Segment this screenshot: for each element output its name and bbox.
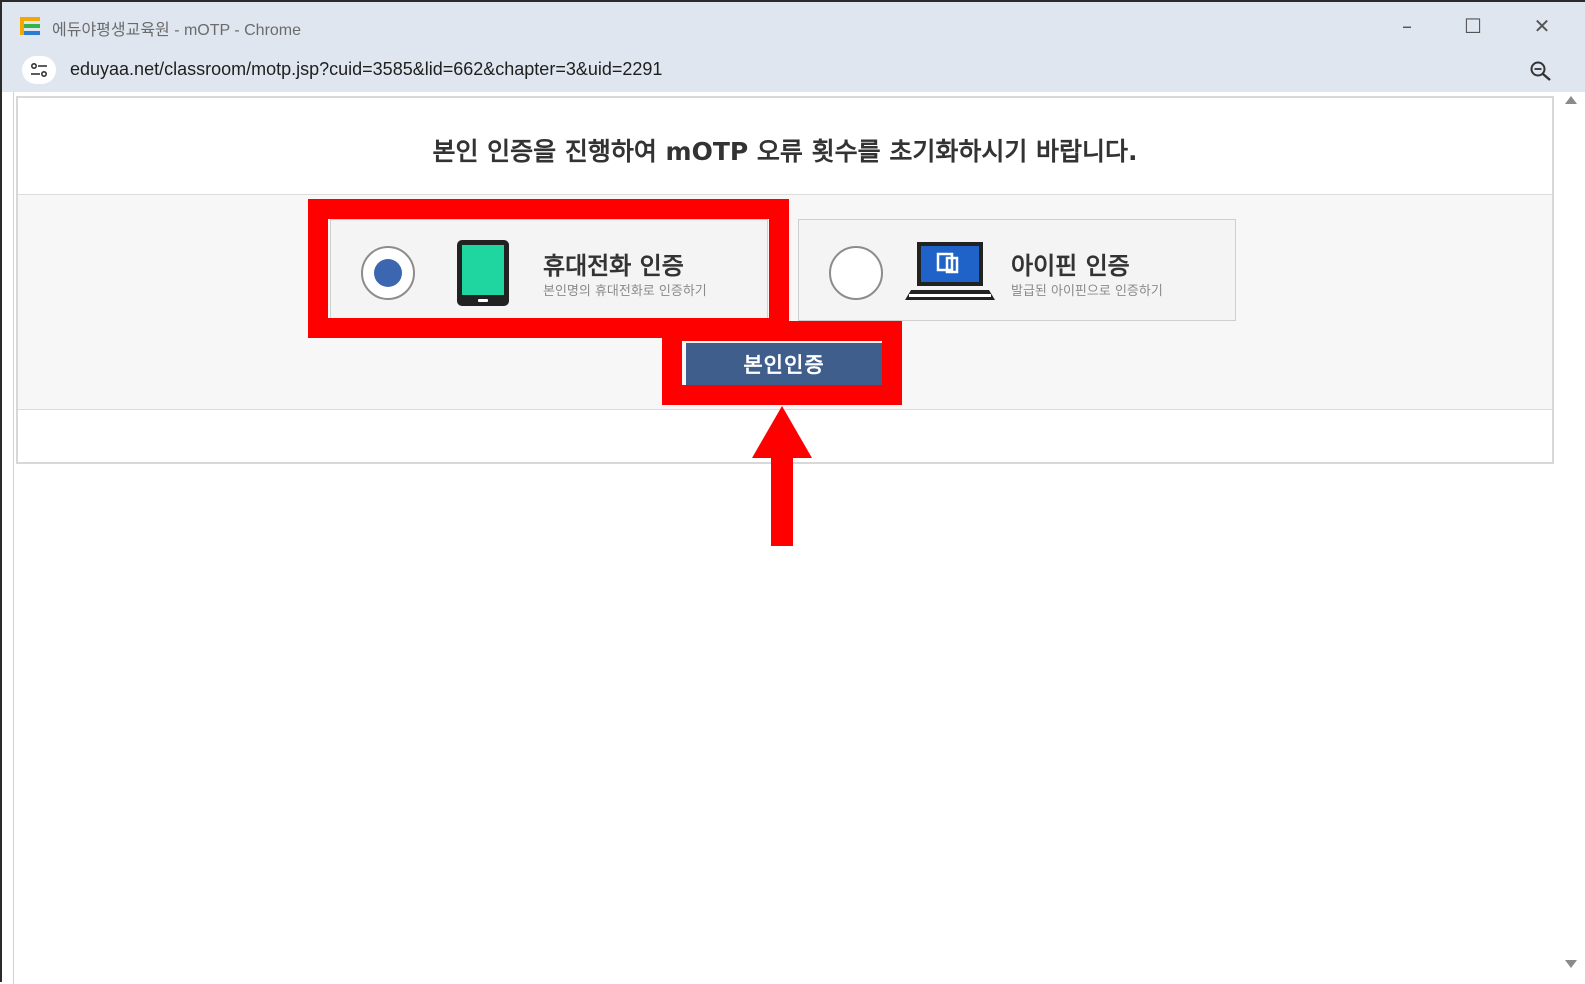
highlight-verify-button [662,321,902,405]
ipin-auth-title: 아이핀 인증 [1011,252,1130,280]
page-heading: 본인 인증을 진행하여 mOTP 오류 횟수를 초기화하시기 바랍니다. [432,137,1138,166]
page-content: 본인 인증을 진행하여 mOTP 오류 횟수를 초기화하시기 바랍니다. 휴대전… [2,92,1585,984]
url-field[interactable]: eduyaa.net/classroom/motp.jsp?cuid=3585&… [70,59,662,80]
scroll-up-icon[interactable] [1565,96,1577,104]
ipin-auth-subtitle: 발급된 아이핀으로 인증하기 [1011,284,1163,299]
maximize-button[interactable]: ☐ [1453,10,1493,42]
address-bar: eduyaa.net/classroom/motp.jsp?cuid=3585&… [2,48,1585,92]
arrow-head-icon [752,406,812,458]
left-edge [2,92,14,984]
close-button[interactable]: ✕ [1522,10,1562,42]
vertical-scrollbar[interactable] [1559,92,1585,984]
minimize-button[interactable]: – [1387,10,1427,42]
ipin-auth-radio[interactable] [829,246,883,300]
title-bar: 에듀야평생교육원 - mOTP - Chrome – ☐ ✕ [2,2,1585,48]
laptop-icon [905,242,995,300]
highlight-phone-option [308,199,789,338]
scroll-down-icon[interactable] [1565,960,1577,968]
window-title: 에듀야평생교육원 - mOTP - Chrome [52,22,302,39]
zoom-icon[interactable] [1529,60,1553,82]
eduyaa-logo-icon [20,17,40,35]
ipin-auth-option[interactable]: 아이핀 인증 발급된 아이핀으로 인증하기 [798,219,1236,321]
arrow-shaft [771,456,793,546]
site-info-icon[interactable] [22,56,56,84]
browser-window: 에듀야평생교육원 - mOTP - Chrome – ☐ ✕ eduyaa.ne… [0,0,1585,984]
